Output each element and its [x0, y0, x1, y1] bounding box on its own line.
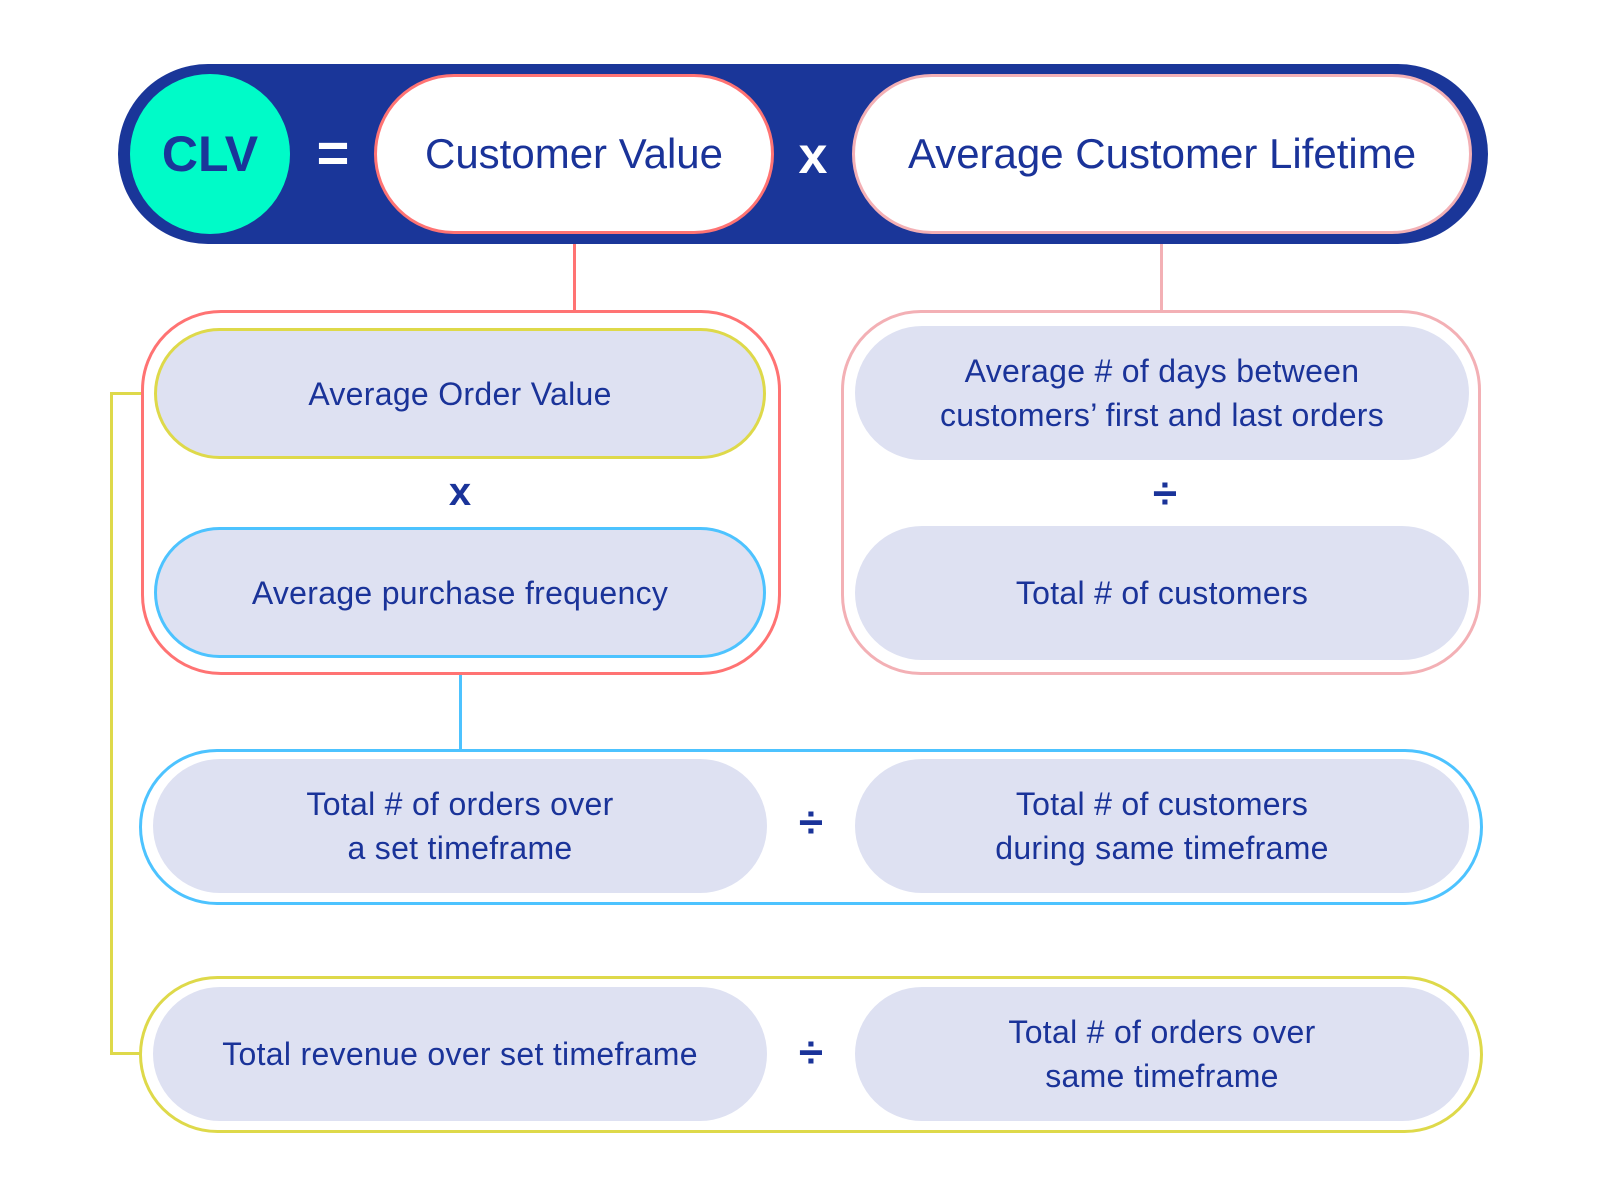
customer-value-label: Customer Value	[424, 130, 724, 177]
total-orders-same-timeframe-pill: Total # of orders over same timeframe	[855, 987, 1469, 1121]
clv-label: CLV	[161, 126, 259, 182]
multiply-sign: x	[448, 469, 472, 514]
average-customer-lifetime-pill: Average Customer Lifetime	[852, 74, 1472, 234]
total-orders-pill: Total # of orders over a set timeframe	[153, 759, 767, 893]
divide-sign: ÷	[798, 798, 824, 847]
divide-sign: ÷	[798, 1028, 824, 1077]
multiply-sign: x	[798, 127, 828, 185]
lifetime-connector	[1160, 232, 1163, 312]
total-customers-pill: Total # of customers	[855, 526, 1469, 660]
days-between-orders-pill: Average # of days between customers’ fir…	[855, 326, 1469, 460]
average-order-value-pill: Average Order Value	[154, 328, 766, 459]
equals-sign: =	[316, 120, 350, 184]
total-revenue-pill: Total revenue over set timeframe	[153, 987, 767, 1121]
customer-value-pill: Customer Value	[374, 74, 774, 234]
clv-circle: CLV	[130, 74, 290, 234]
divide-sign: ÷	[1152, 469, 1178, 518]
average-purchase-frequency-pill: Average purchase frequency	[154, 527, 766, 658]
average-customer-lifetime-label: Average Customer Lifetime	[907, 130, 1417, 177]
total-customers-timeframe-pill: Total # of customers during same timefra…	[855, 759, 1469, 893]
customer-value-connector	[573, 232, 576, 312]
